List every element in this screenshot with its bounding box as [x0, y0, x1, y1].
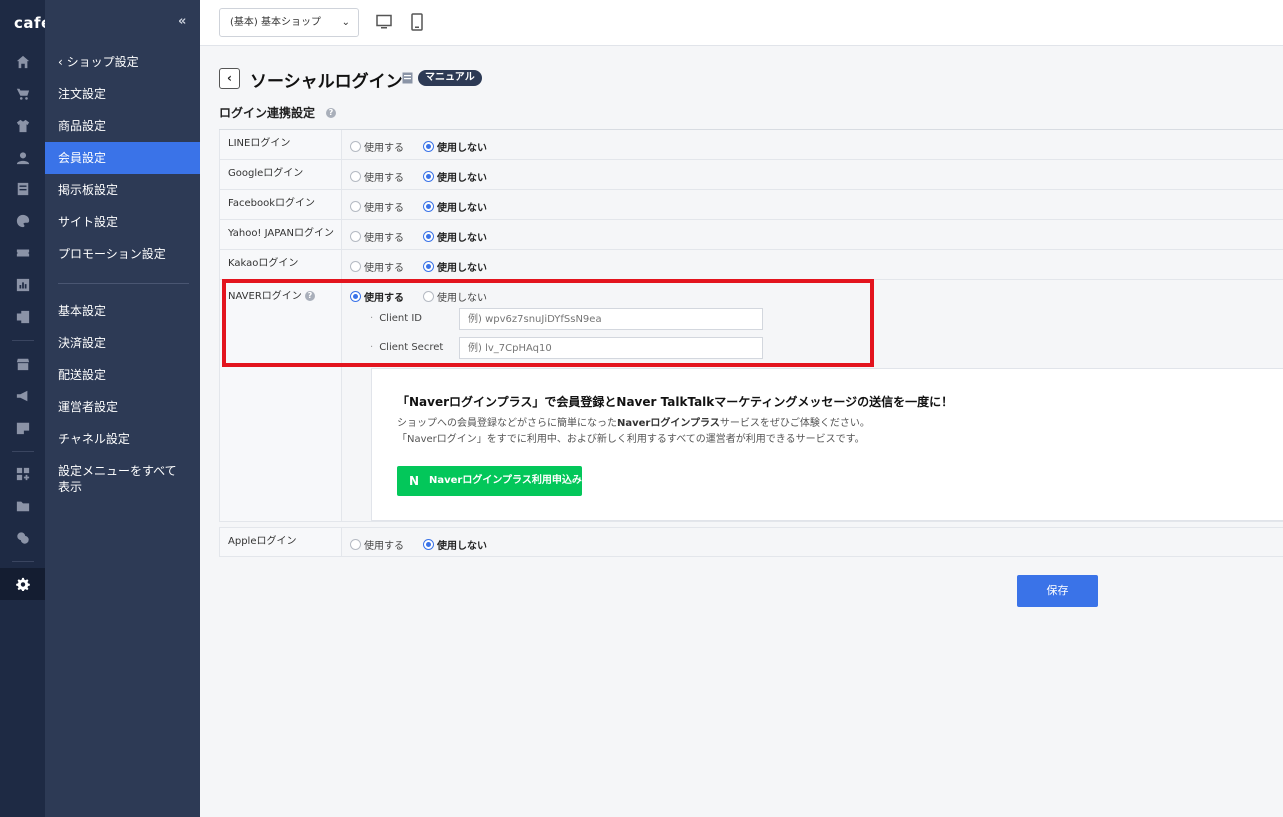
shop-select-value: (基本) 基本ショップ — [230, 17, 321, 28]
table-row: Kakaoログイン 使用する 使用しない — [219, 250, 1283, 280]
chevron-down-icon: ⌄ — [341, 17, 350, 28]
desktop-view-icon[interactable] — [376, 14, 392, 30]
menu-item-site-settings[interactable]: サイト設定 — [45, 206, 200, 238]
table-row: Yahoo! JAPANログイン 使用する 使用しない — [219, 220, 1283, 250]
line-use-radio[interactable]: 使用する — [350, 139, 404, 154]
store-icon[interactable] — [15, 356, 31, 372]
cart-icon[interactable] — [15, 86, 31, 102]
board-icon[interactable] — [15, 181, 31, 197]
row-label: LINEログイン — [219, 130, 342, 159]
row-label: Appleログイン — [219, 528, 342, 556]
naver-logo-icon: N — [409, 474, 420, 488]
shirt-icon[interactable] — [15, 118, 31, 134]
menu-item-board-settings[interactable]: 掲示板設定 — [45, 174, 200, 206]
menu-item-show-all-settings[interactable]: 設定メニューをすべて表示 — [45, 462, 200, 496]
mobile-view-icon[interactable] — [410, 13, 424, 31]
row-label: Googleログイン — [219, 160, 342, 189]
table-row: Googleログイン 使用する 使用しない — [219, 160, 1283, 190]
save-button[interactable]: 保存 — [1017, 575, 1098, 607]
shop-settings-back-link[interactable]: ‹ ショップ設定 — [58, 53, 139, 70]
shop-select[interactable]: (基本) 基本ショップ ⌄ — [219, 8, 359, 37]
manual-book-icon[interactable] — [402, 72, 413, 84]
menu-item-channel-settings[interactable]: チャネル設定 — [45, 423, 200, 455]
menu-item-promotion-settings[interactable]: プロモーション設定 — [45, 238, 200, 270]
palette-icon[interactable] — [15, 213, 31, 229]
help-icon[interactable]: ? — [326, 108, 336, 118]
apps-icon[interactable] — [15, 466, 31, 482]
yahoo-use-radio[interactable]: 使用する — [350, 229, 404, 244]
naver-promo-line-2: 「Naverログイン」をすでに利用中、および新しく利用するすべての運営者が利用で… — [397, 434, 865, 445]
rail-divider — [12, 561, 34, 562]
rail-divider — [12, 340, 34, 341]
menu-item-shipping-settings[interactable]: 配送設定 — [45, 359, 200, 391]
table-row: Appleログイン 使用する 使用しない — [219, 527, 1283, 557]
top-bar: (基本) 基本ショップ ⌄ — [200, 0, 1283, 46]
table-row: Facebookログイン 使用する 使用しない — [219, 190, 1283, 220]
coupon-icon[interactable] — [15, 245, 31, 261]
promotion-icon[interactable] — [15, 420, 31, 436]
back-button[interactable]: ‹ — [219, 68, 240, 89]
naver-highlight-box — [222, 279, 874, 367]
menu-item-product-settings[interactable]: 商品設定 — [45, 110, 200, 142]
copy-icon[interactable] — [15, 530, 31, 546]
excel-icon[interactable] — [15, 309, 31, 325]
login-settings-table: LINEログイン 使用する 使用しない Googleログイン 使用する 使用しな… — [219, 129, 1283, 557]
apple-use-radio[interactable]: 使用する — [350, 537, 404, 552]
menu-divider — [58, 283, 189, 284]
naver-login-plus-panel: 「Naverログインプラス」で会員登録とNaver TalkTalkマーケティン… — [371, 368, 1283, 521]
facebook-use-radio[interactable]: 使用する — [350, 199, 404, 214]
naver-promo-heading: 「Naverログインプラス」で会員登録とNaver TalkTalkマーケティン… — [397, 395, 954, 409]
naver-promo-line-1: ショップへの会員登録などがさらに簡単になったNaverログインプラスサービスをぜ… — [397, 418, 870, 429]
person-icon[interactable] — [15, 150, 31, 166]
naver-button-label: Naverログインプラス利用申込み — [429, 475, 582, 486]
kakao-use-radio[interactable]: 使用する — [350, 259, 404, 274]
icon-rail: cafe24 — [0, 0, 73, 817]
row-label: Yahoo! JAPANログイン — [219, 220, 342, 249]
kakao-not-use-radio[interactable]: 使用しない — [423, 259, 487, 274]
menu-item-operator-settings[interactable]: 運営者設定 — [45, 391, 200, 423]
yahoo-not-use-radio[interactable]: 使用しない — [423, 229, 487, 244]
page-title: ソーシャルログイン — [250, 72, 403, 92]
facebook-not-use-radio[interactable]: 使用しない — [423, 199, 487, 214]
section-title: ログイン連携設定 — [219, 106, 316, 120]
line-not-use-radio[interactable]: 使用しない — [423, 139, 487, 154]
table-row: LINEログイン 使用する 使用しない — [219, 130, 1283, 160]
folder-add-icon[interactable] — [15, 498, 31, 514]
collapse-sidebar-icon[interactable]: « — [178, 14, 186, 29]
menu-item-payment-settings[interactable]: 決済設定 — [45, 327, 200, 359]
row-label: Facebookログイン — [219, 190, 342, 219]
rail-divider — [12, 451, 34, 452]
menu-item-order-settings[interactable]: 注文設定 — [45, 78, 200, 110]
menu-item-member-settings[interactable]: 会員設定 — [45, 142, 200, 174]
megaphone-icon[interactable] — [15, 388, 31, 404]
home-icon[interactable] — [15, 54, 31, 70]
manual-badge[interactable]: マニュアル — [418, 70, 482, 86]
chart-icon[interactable] — [15, 277, 31, 293]
menu-item-basic-settings[interactable]: 基本設定 — [45, 295, 200, 327]
gear-icon[interactable] — [15, 576, 31, 592]
naver-login-plus-apply-button[interactable]: N Naverログインプラス利用申込み — [397, 466, 582, 496]
apple-not-use-radio[interactable]: 使用しない — [423, 537, 487, 552]
google-use-radio[interactable]: 使用する — [350, 169, 404, 184]
row-label: Kakaoログイン — [219, 250, 342, 279]
google-not-use-radio[interactable]: 使用しない — [423, 169, 487, 184]
